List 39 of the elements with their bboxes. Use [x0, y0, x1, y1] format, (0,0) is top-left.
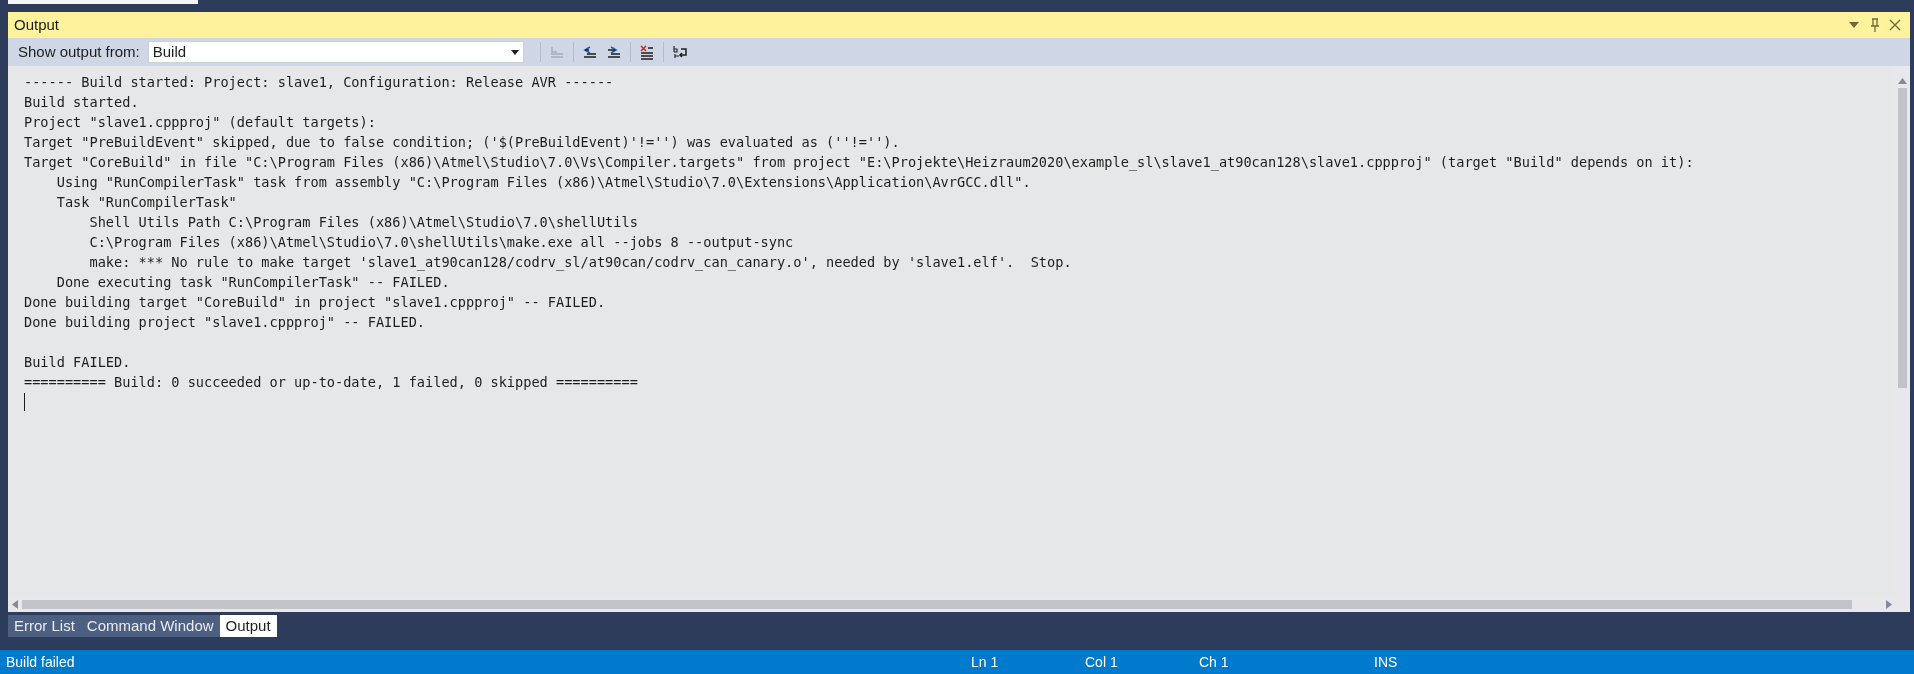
- status-column: Col 1: [1085, 651, 1199, 673]
- scroll-left-arrow-icon[interactable]: [12, 599, 18, 609]
- dropdown-caret-icon[interactable]: [1849, 22, 1859, 28]
- panel-tab[interactable]: Output: [219, 615, 277, 637]
- close-icon[interactable]: [1889, 19, 1901, 31]
- horizontal-scrollbar[interactable]: [10, 596, 1894, 612]
- output-source-value: Build: [152, 41, 188, 62]
- panel-title: Output: [14, 14, 60, 35]
- output-line: Target "CoreBuild" in file "C:\Program Files (x86)\Atmel\Studio\7.0\Vs\Compiler.targets" from project "E:\Projekte\Heizraum2020\example_sl\slave1_at90can128\slave1.cppproj" (target "Build" depends on it):: [24, 153, 1694, 172]
- scrollbar-thumb[interactable]: [1897, 88, 1907, 388]
- status-message: Build failed: [5, 652, 76, 672]
- output-line: ========== Build: 0 succeeded or up-to-date, 1 failed, 0 skipped ==========: [24, 373, 638, 392]
- scrollbar-thumb[interactable]: [22, 599, 1852, 609]
- scroll-right-arrow-icon[interactable]: [1886, 599, 1892, 609]
- output-line: Build FAILED.: [24, 353, 131, 372]
- output-line: make: *** No rule to make target 'slave1_at90can128/codrv_sl/at90can/codrv_can_canary.o', needed by 'slave1.elf'. Stop.: [88, 253, 1072, 272]
- vertical-scrollbar[interactable]: [1894, 66, 1910, 612]
- output-line: Shell Utils Path C:\Program Files (x86)\Atmel\Studio\7.0\shellUtils: [88, 213, 638, 232]
- output-line: Build started.: [24, 93, 139, 112]
- status-char: Ch 1: [1199, 652, 1230, 672]
- text-cursor: [24, 393, 25, 411]
- output-line: Task "RunCompilerTask": [55, 193, 237, 212]
- panel-tab[interactable]: Command Window: [80, 615, 220, 637]
- output-line: Done executing task "RunCompilerTask" -- FAILED.: [55, 273, 450, 292]
- scroll-up-arrow-icon[interactable]: [1897, 78, 1907, 84]
- pin-icon[interactable]: [1870, 18, 1880, 32]
- output-line: Done building target "CoreBuild" in project "slave1.cppproj" -- FAILED.: [24, 293, 606, 312]
- dropdown-caret-icon: [510, 49, 519, 55]
- status-line: Ln 1: [971, 652, 1000, 672]
- output-line: C:\Program Files (x86)\Atmel\Studio\7.0\shellUtils\make.exe all --jobs 8 --output-sync: [88, 233, 794, 252]
- output-source-dropdown[interactable]: Build: [147, 41, 524, 63]
- output-line: Using "RunCompilerTask" task from assembly "C:\Program Files (x86)\Atmel\Studio\7.0\Extensions\Application\AvrGCC.dll".: [55, 173, 1031, 192]
- panel-tab[interactable]: Error List: [8, 615, 81, 637]
- show-output-label: Show output from:: [18, 41, 140, 62]
- output-line: Done building project "slave1.cppproj" -- FAILED.: [24, 313, 426, 332]
- output-line: Target "PreBuildEvent" skipped, due to false condition; ('$(PreBuildEvent)'!='') was evaluated as (''!='').: [24, 133, 900, 152]
- status-mode: INS: [1374, 652, 1398, 672]
- output-line: ------ Build started: Project: slave1, Configuration: Release AVR ------: [24, 73, 614, 92]
- output-line: Project "slave1.cppproj" (default targets):: [24, 113, 376, 132]
